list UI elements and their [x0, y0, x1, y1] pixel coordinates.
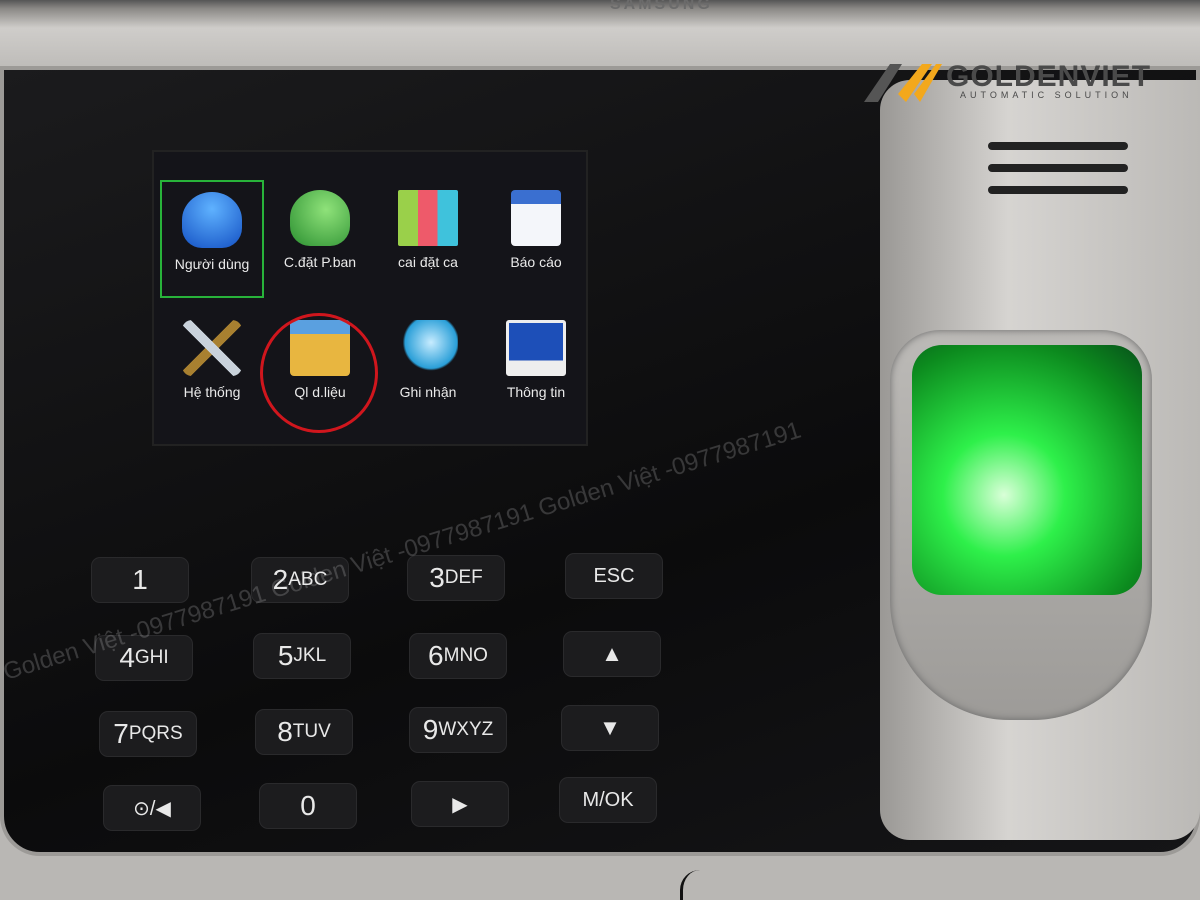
- key-letters: MNO: [443, 645, 488, 666]
- key-label: ▼: [599, 715, 621, 740]
- key-letters: DEF: [444, 567, 483, 588]
- menu-item-cdat-pban[interactable]: C.đặt P.ban: [268, 180, 372, 298]
- menu-label: Hệ thống: [183, 384, 241, 400]
- key-1[interactable]: 1: [92, 558, 188, 602]
- key-menu-ok[interactable]: M/OK: [560, 778, 656, 822]
- key-letters: JKL: [293, 645, 327, 666]
- key-3[interactable]: 3 DEF: [408, 556, 504, 600]
- key-letters: TUV: [292, 721, 331, 742]
- key-label: ▶: [452, 793, 468, 816]
- key-label: 6: [428, 640, 444, 671]
- key-right[interactable]: ▶: [412, 782, 508, 826]
- logo-name: GOLDENVIET: [946, 60, 1152, 93]
- key-label: 1: [132, 564, 148, 595]
- key-5[interactable]: 5 JKL: [254, 634, 350, 678]
- key-9[interactable]: 9 WXYZ: [410, 708, 506, 752]
- key-letters: WXYZ: [438, 719, 494, 740]
- logo-tagline: AUTOMATIC SOLUTION: [960, 90, 1133, 100]
- highlight-circle: [260, 313, 378, 433]
- menu-label: Người dùng: [174, 256, 250, 272]
- menu-label: cai đặt ca: [398, 254, 458, 270]
- key-6[interactable]: 6 MNO: [410, 634, 506, 678]
- goldenviet-logo: GOLDENVIET AUTOMATIC SOLUTION: [862, 60, 1192, 104]
- key-view-left[interactable]: ⊙/◀: [104, 786, 200, 830]
- monitor-icon: [506, 320, 566, 376]
- menu-item-thong-tin[interactable]: Thông tin: [484, 310, 588, 428]
- key-7[interactable]: 7 PQRS: [100, 712, 196, 756]
- fingerprint-sensor[interactable]: [912, 345, 1142, 595]
- menu-label: Thông tin: [506, 384, 566, 400]
- key-0[interactable]: 0: [260, 784, 356, 828]
- key-8[interactable]: 8 TUV: [256, 710, 352, 754]
- tools-icon: [182, 320, 242, 376]
- key-up[interactable]: ▲: [564, 632, 660, 676]
- menu-item-ghi-nhan[interactable]: Ghi nhận: [376, 310, 480, 428]
- users-group-icon: [290, 190, 350, 246]
- key-letters: GHI: [134, 647, 169, 668]
- logo-mark-icon: [864, 64, 942, 102]
- key-label: 9: [422, 714, 439, 745]
- key-label: ▲: [601, 641, 623, 666]
- cable: [680, 870, 710, 900]
- key-letters: PQRS: [128, 723, 183, 744]
- menu-item-bao-cao[interactable]: Báo cáo: [484, 180, 588, 298]
- bar-chart-icon: [398, 190, 458, 246]
- key-label: 8: [277, 716, 293, 747]
- menu-item-cai-dat-ca[interactable]: cai đặt ca: [376, 180, 480, 298]
- key-label: ESC: [593, 564, 635, 587]
- key-label: 7: [113, 718, 129, 749]
- key-label: 5: [277, 640, 294, 671]
- speaker-grille: [988, 164, 1128, 172]
- key-label: ⊙/◀: [133, 797, 171, 820]
- menu-label: C.đặt P.ban: [283, 254, 357, 270]
- speaker-grille: [988, 186, 1128, 194]
- key-down[interactable]: ▼: [562, 706, 658, 750]
- menu-label: Báo cáo: [510, 254, 562, 270]
- speaker-grille: [988, 142, 1128, 150]
- key-esc[interactable]: ESC: [566, 554, 662, 598]
- key-label: M/OK: [582, 788, 634, 811]
- menu-label: Ghi nhận: [399, 384, 457, 400]
- user-add-icon: [182, 192, 242, 248]
- top-brand-text: SAMSUNG: [610, 0, 713, 13]
- search-globe-icon: [398, 320, 458, 376]
- menu-item-he-thong[interactable]: Hệ thống: [160, 310, 264, 428]
- key-label: 0: [300, 790, 316, 821]
- menu-item-nguoi-dung[interactable]: Người dùng: [160, 180, 264, 298]
- key-label: 3: [429, 562, 445, 593]
- calendar-icon: [511, 190, 561, 246]
